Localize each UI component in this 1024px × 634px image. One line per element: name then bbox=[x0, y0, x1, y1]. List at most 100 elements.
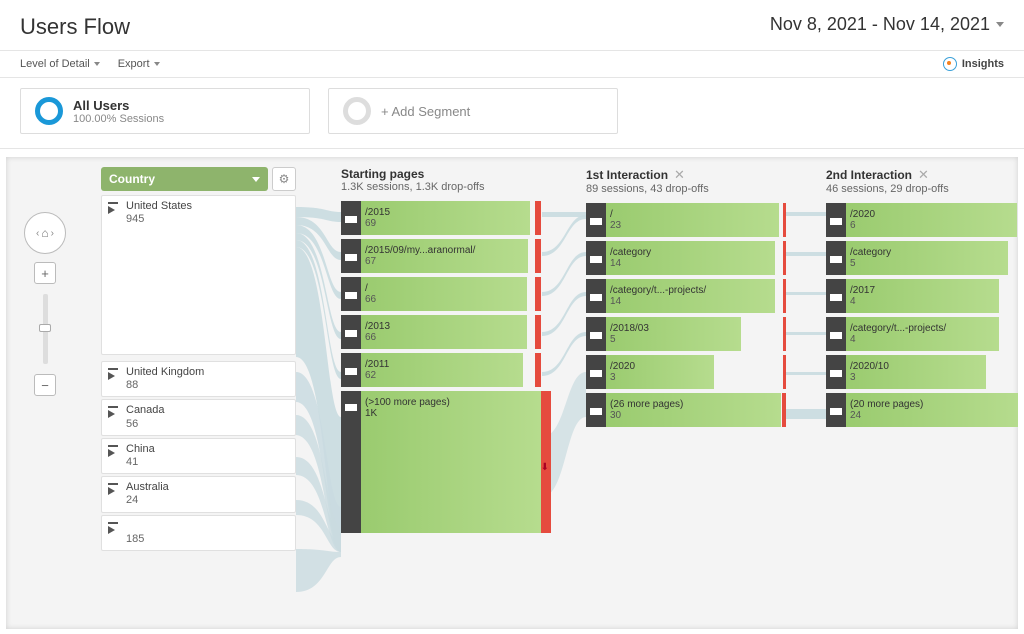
page-node[interactable]: /20203 bbox=[586, 355, 786, 389]
source-node[interactable]: United Kingdom88 bbox=[101, 361, 296, 397]
page-node[interactable]: /2018/035 bbox=[586, 317, 786, 351]
export-menu[interactable]: Export bbox=[118, 58, 160, 70]
node-value: 66 bbox=[365, 332, 376, 343]
page-icon bbox=[830, 291, 842, 301]
settings-button[interactable]: ⚙ bbox=[272, 167, 296, 191]
level-of-detail-menu[interactable]: Level of Detail bbox=[20, 58, 100, 70]
segments-row: All Users 100.00% Sessions + Add Segment bbox=[0, 78, 1024, 149]
zoom-handle[interactable] bbox=[39, 324, 51, 332]
page-icon bbox=[345, 327, 357, 337]
source-node[interactable]: 185 bbox=[101, 515, 296, 551]
node-label: /2020 bbox=[610, 361, 635, 372]
page-icon bbox=[830, 367, 842, 377]
node-value: 69 bbox=[365, 218, 376, 229]
source-node[interactable]: China41 bbox=[101, 438, 296, 474]
column-subtitle: 46 sessions, 29 drop-offs bbox=[826, 183, 1018, 195]
chevron-down-icon bbox=[252, 177, 260, 182]
page-node[interactable]: /201366 bbox=[341, 315, 541, 349]
page-node[interactable]: /category14 bbox=[586, 241, 786, 275]
column-title: 2nd Interaction bbox=[826, 168, 912, 182]
node-label: / bbox=[365, 283, 368, 294]
source-label: China bbox=[126, 443, 155, 455]
node-value: 4 bbox=[850, 334, 856, 345]
pan-control[interactable]: ‹ ⌂ › bbox=[24, 212, 66, 254]
page-icon bbox=[345, 213, 357, 223]
zoom-slider[interactable] bbox=[43, 294, 48, 364]
source-value: 945 bbox=[126, 213, 144, 225]
segment-ring-icon bbox=[343, 97, 371, 125]
node-value: 30 bbox=[610, 410, 621, 421]
source-node[interactable]: Australia24 bbox=[101, 476, 296, 512]
arrow-icon bbox=[108, 367, 122, 381]
page-icon bbox=[345, 401, 357, 411]
source-value: 24 bbox=[126, 494, 138, 506]
source-label: United Kingdom bbox=[126, 366, 204, 378]
first-interaction-column: 1st Interaction ✕ 89 sessions, 43 drop-o… bbox=[586, 167, 786, 431]
source-node[interactable]: Canada56 bbox=[101, 399, 296, 435]
node-label: /2020 bbox=[850, 209, 875, 220]
page-node[interactable]: /category/t...-projects/14 bbox=[586, 279, 786, 313]
page-node[interactable]: /201569 bbox=[341, 201, 541, 235]
segment-all-users[interactable]: All Users 100.00% Sessions bbox=[20, 88, 310, 134]
page-icon bbox=[830, 405, 842, 415]
add-segment[interactable]: + Add Segment bbox=[328, 88, 618, 134]
more-pages-node[interactable]: ⬇ (>100 more pages)1K bbox=[341, 391, 541, 533]
export-label: Export bbox=[118, 58, 150, 70]
node-value: 3 bbox=[610, 372, 616, 383]
page-node[interactable]: /23 bbox=[586, 203, 786, 237]
arrow-icon bbox=[108, 444, 122, 458]
chevron-down-icon bbox=[996, 22, 1004, 27]
zoom-in-button[interactable]: + bbox=[34, 262, 56, 284]
page-icon bbox=[590, 253, 602, 263]
page-node[interactable]: /20206 bbox=[826, 203, 1018, 237]
node-value: 14 bbox=[610, 258, 621, 269]
node-label: /2013 bbox=[365, 321, 390, 332]
node-value: 23 bbox=[610, 220, 621, 231]
arrow-icon bbox=[108, 482, 122, 496]
node-label: (>100 more pages) bbox=[365, 397, 450, 408]
chevron-left-icon: ‹ bbox=[36, 228, 39, 239]
node-label: /2015/09/my...aranormal/ bbox=[365, 245, 475, 256]
arrow-icon bbox=[108, 405, 122, 419]
page-icon bbox=[590, 291, 602, 301]
node-value: 5 bbox=[850, 258, 856, 269]
dimension-selector[interactable]: Country bbox=[101, 167, 268, 191]
page-node[interactable]: (20 more pages)24 bbox=[826, 393, 1018, 427]
page-icon bbox=[590, 367, 602, 377]
source-node[interactable]: United States945 bbox=[101, 195, 296, 355]
flow-canvas[interactable]: ‹ ⌂ › + − Country ⚙ United States945 bbox=[6, 157, 1018, 629]
page-node[interactable]: (26 more pages)30 bbox=[586, 393, 786, 427]
page-node[interactable]: /category/t...-projects/4 bbox=[826, 317, 1018, 351]
close-icon[interactable]: ✕ bbox=[674, 167, 685, 183]
date-range-picker[interactable]: Nov 8, 2021 - Nov 14, 2021 bbox=[770, 14, 1004, 35]
page-nodes: /201569/2015/09/my...aranormal/67/66/201… bbox=[341, 201, 541, 387]
insights-button[interactable]: Insights bbox=[943, 57, 1004, 71]
node-value: 62 bbox=[365, 370, 376, 381]
drop-off-arrow-icon: ⬇ bbox=[541, 462, 549, 473]
node-label: /category bbox=[850, 247, 891, 258]
page-node[interactable]: /201162 bbox=[341, 353, 541, 387]
zoom-out-button[interactable]: − bbox=[34, 374, 56, 396]
dimension-column: Country ⚙ United States945 United Kingdo… bbox=[101, 167, 296, 553]
node-label: /category/t...-projects/ bbox=[850, 323, 946, 334]
node-label: /2011 bbox=[365, 359, 389, 370]
page-node[interactable]: /2015/09/my...aranormal/67 bbox=[341, 239, 541, 273]
page-icon bbox=[590, 405, 602, 415]
node-value: 24 bbox=[850, 410, 861, 421]
node-label: / bbox=[610, 209, 613, 220]
date-range-text: Nov 8, 2021 - Nov 14, 2021 bbox=[770, 14, 990, 35]
page-title: Users Flow bbox=[20, 14, 130, 40]
page-node[interactable]: /category5 bbox=[826, 241, 1018, 275]
node-label: /2017 bbox=[850, 285, 875, 296]
page-node[interactable]: /66 bbox=[341, 277, 541, 311]
gear-icon: ⚙ bbox=[279, 172, 290, 186]
node-label: /2015 bbox=[365, 207, 390, 218]
page-node[interactable]: /2020/103 bbox=[826, 355, 1018, 389]
close-icon[interactable]: ✕ bbox=[918, 167, 929, 183]
node-label: (20 more pages) bbox=[850, 399, 923, 410]
source-value: 56 bbox=[126, 418, 138, 430]
page-node[interactable]: /20174 bbox=[826, 279, 1018, 313]
chevron-down-icon bbox=[94, 62, 100, 66]
insights-label: Insights bbox=[962, 58, 1004, 70]
column-subtitle: 1.3K sessions, 1.3K drop-offs bbox=[341, 181, 541, 193]
